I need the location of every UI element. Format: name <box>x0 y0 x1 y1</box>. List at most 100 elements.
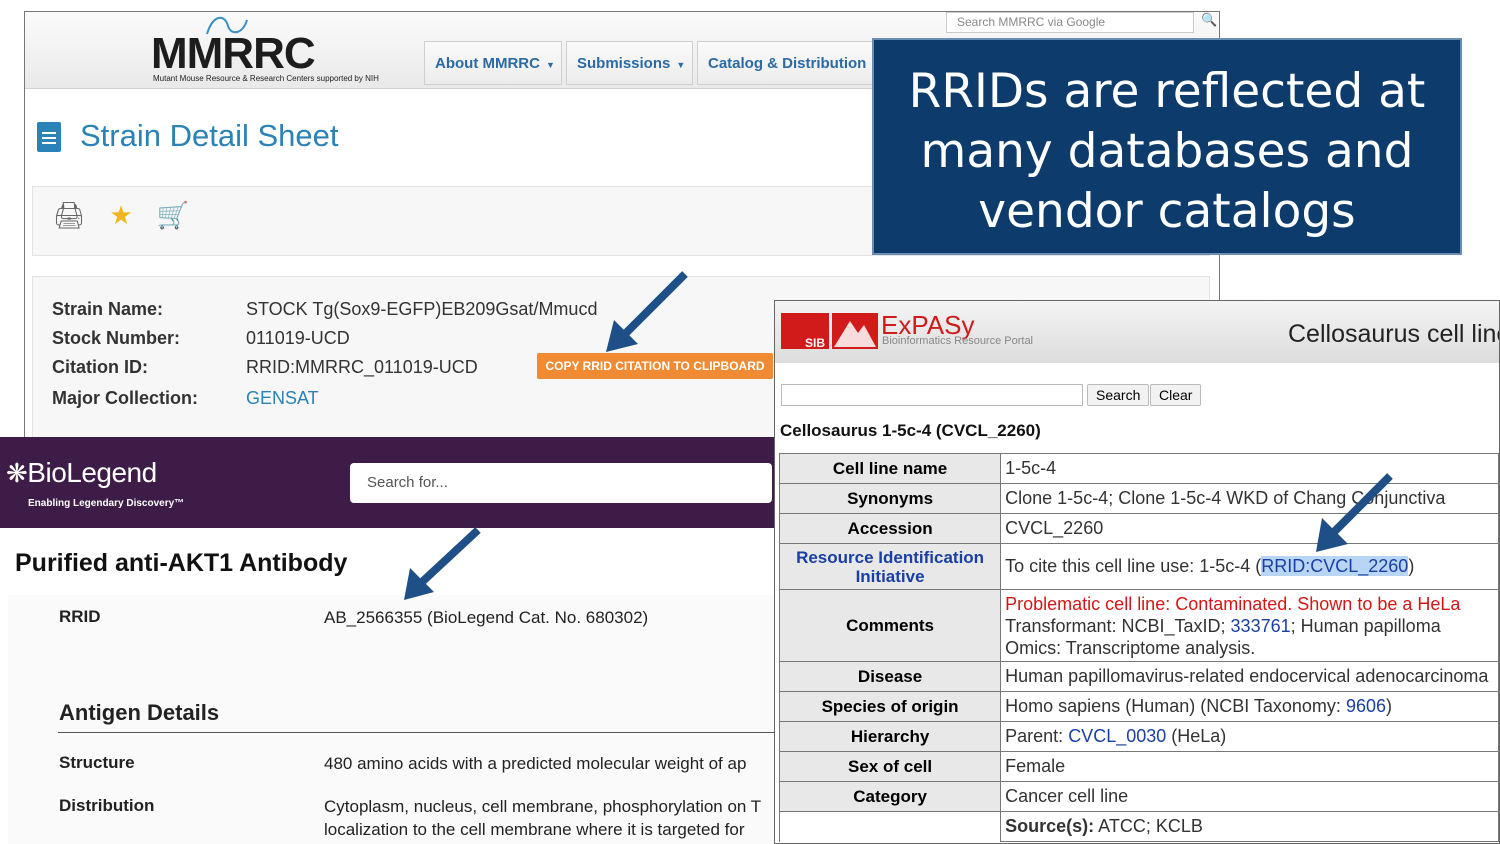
divider <box>58 732 777 733</box>
problematic-warning: Problematic cell line: Contaminated. Sho… <box>1005 593 1461 614</box>
table-row: Hierarchy Parent: CVCL_0030 (HeLa) <box>778 721 1499 752</box>
rrid-callout: RRIDs are reflected at many databases an… <box>872 38 1462 255</box>
row-value: Homo sapiens (Human) (NCBI Taxonomy: 960… <box>1000 691 1499 722</box>
distribution-label: Distribution <box>59 796 155 815</box>
print-icon[interactable]: 🖨 <box>51 197 87 233</box>
table-row: Category Cancer cell line <box>778 781 1499 812</box>
mmrrc-logo[interactable]: MMRRC <box>151 32 316 76</box>
major-collection-label: Major Collection: <box>52 388 199 408</box>
row-key: Category <box>778 781 1002 812</box>
major-collection-link[interactable]: GENSAT <box>246 388 319 409</box>
row-key: Sex of cell <box>778 751 1002 782</box>
rrid-label: RRID <box>59 607 101 626</box>
document-icon <box>37 122 61 152</box>
stock-number-label: Stock Number: <box>52 328 181 348</box>
arrow-icon <box>404 527 481 600</box>
row-value: CVCL_2260 <box>1000 513 1499 544</box>
distribution-value-line1: Cytoplasm, nucleus, cell membrane, phosp… <box>324 797 762 816</box>
biolegend-header: ❋BioLegend Enabling Legendary Discovery™… <box>0 437 777 528</box>
mmrrc-search-input[interactable]: Search MMRRC via Google <box>946 12 1194 33</box>
arrow-icon <box>606 271 688 352</box>
row-value: Clone 1-5c-4; Clone 1-5c-4 WKD of Chang … <box>1000 483 1499 514</box>
comment-line: Transformant: NCBI_TaxID; 333761; Human … <box>1005 615 1494 637</box>
table-row: Sex of cell Female <box>778 751 1499 782</box>
row-key: Disease <box>778 661 1002 692</box>
distribution-value-line2: localization to the cell membrane where … <box>324 820 745 839</box>
cite-text: To cite this cell line use: 1-5c-4 ( <box>1005 556 1262 576</box>
row-key: Cell line name <box>778 453 1002 484</box>
taxonomy-link[interactable]: 9606 <box>1346 696 1386 716</box>
cite-suffix: ) <box>1408 556 1415 576</box>
rrid-value: AB_2566355 (BioLegend Cat. No. 680302) <box>324 608 649 627</box>
nav-label: Submissions <box>577 55 671 72</box>
row-key: Accession <box>778 513 1002 544</box>
page-title: Strain Detail Sheet <box>80 118 339 153</box>
table-row: Species of origin Homo sapiens (Human) (… <box>778 691 1499 722</box>
logo-swirl-icon: ❋ <box>6 458 28 488</box>
mountain-logo-icon <box>832 313 878 349</box>
row-key: Species of origin <box>778 691 1002 722</box>
row-key: Synonyms <box>778 483 1002 514</box>
antigen-details-title: Antigen Details <box>59 700 220 725</box>
expasy-header: SIB ExPASy Bioinformatics Resource Porta… <box>775 301 1500 363</box>
row-key: Hierarchy <box>778 721 1002 752</box>
citation-id-value: RRID:MMRRC_011019-UCD <box>246 357 478 377</box>
nav-catalog-distribution[interactable]: Catalog & Distribution▼ <box>697 41 887 85</box>
add-to-cart-icon[interactable]: 🛒 <box>155 197 191 233</box>
row-value: Female <box>1000 751 1499 782</box>
comment-text: Transformant: NCBI_TaxID; <box>1005 615 1231 636</box>
mmrrc-logo-subtitle: Mutant Mouse Resource & Research Centers… <box>153 74 379 83</box>
row-key <box>778 811 1002 842</box>
nav-label: Catalog & Distribution <box>708 55 867 72</box>
hierarchy-text: Parent: <box>1005 726 1069 746</box>
biolegend-window: ❋BioLegend Enabling Legendary Discovery™… <box>0 437 777 844</box>
table-row: Disease Human papillomavirus-related end… <box>778 661 1499 692</box>
nav-submissions[interactable]: Submissions ▼ <box>566 41 693 85</box>
taxid-link[interactable]: 333761 <box>1231 616 1291 636</box>
source-label: Source(s): <box>1005 816 1095 836</box>
citation-id-label: Citation ID: <box>52 357 148 377</box>
clear-button[interactable]: Clear <box>1150 384 1202 406</box>
row-value: 1-5c-4 <box>1000 453 1499 484</box>
chevron-down-icon: ▼ <box>545 60 555 70</box>
row-value: Human papillomavirus-related endocervica… <box>1000 661 1499 692</box>
row-value: To cite this cell line use: 1-5c-4 (RRID… <box>1000 543 1499 590</box>
row-value: Cancer cell line <box>1000 781 1499 812</box>
chevron-down-icon: ▼ <box>676 60 686 70</box>
parent-link[interactable]: CVCL_0030 <box>1068 726 1166 746</box>
biolegend-logo[interactable]: ❋BioLegend <box>6 457 157 489</box>
source-value: ATCC; KCLB <box>1094 816 1203 836</box>
brand-name: BioLegend <box>27 457 157 488</box>
strain-name-label: Strain Name: <box>52 299 164 319</box>
biolegend-tagline: Enabling Legendary Discovery™ <box>28 498 185 509</box>
row-key: Comments <box>778 589 1002 662</box>
table-row: Source(s): ATCC; KCLB <box>778 811 1499 842</box>
hierarchy-suffix: (HeLa) <box>1166 726 1227 746</box>
species-text: Homo sapiens (Human) (NCBI Taxonomy: <box>1005 696 1346 716</box>
rrid-link[interactable]: RRID:CVCL_2260 <box>1261 556 1409 576</box>
search-button[interactable]: Search <box>1087 384 1150 406</box>
row-value: Parent: CVCL_0030 (HeLa) <box>1000 721 1499 752</box>
species-suffix: ) <box>1385 696 1392 716</box>
product-title: Purified anti-AKT1 Antibody <box>15 549 348 577</box>
nav-label: About MMRRC <box>435 55 540 72</box>
expasy-portal-label: Bioinformatics Resource Portal <box>882 335 1034 347</box>
sib-logo[interactable]: SIB <box>781 313 829 350</box>
cellosaurus-title: Cellosaurus cell line <box>1288 320 1500 348</box>
row-value: Source(s): ATCC; KCLB <box>1000 811 1499 842</box>
structure-label: Structure <box>59 753 135 772</box>
table-row: Comments Problematic cell line: Contamin… <box>778 589 1499 662</box>
nav-about-mmrrc[interactable]: About MMRRC ▼ <box>424 41 562 85</box>
entry-title: Cellosaurus 1-5c-4 (CVCL_2260) <box>780 421 1041 440</box>
arrow-icon <box>1316 473 1393 552</box>
favorite-star-icon[interactable]: ★ <box>103 197 139 233</box>
comment-line: Omics: Transcriptome analysis. <box>1005 637 1256 658</box>
resource-identification-initiative-link[interactable]: Resource Identification Initiative <box>778 543 1002 590</box>
search-icon[interactable]: 🔍 <box>1201 12 1217 28</box>
cellosaurus-window: SIB ExPASy Bioinformatics Resource Porta… <box>774 300 1500 844</box>
row-value: Problematic cell line: Contaminated. Sho… <box>1000 589 1499 662</box>
comment-text: ; Human papilloma <box>1290 615 1441 636</box>
cellosaurus-search-input[interactable] <box>781 384 1083 406</box>
structure-value: 480 amino acids with a predicted molecul… <box>324 754 747 773</box>
biolegend-search-input[interactable]: Search for... <box>350 463 772 503</box>
